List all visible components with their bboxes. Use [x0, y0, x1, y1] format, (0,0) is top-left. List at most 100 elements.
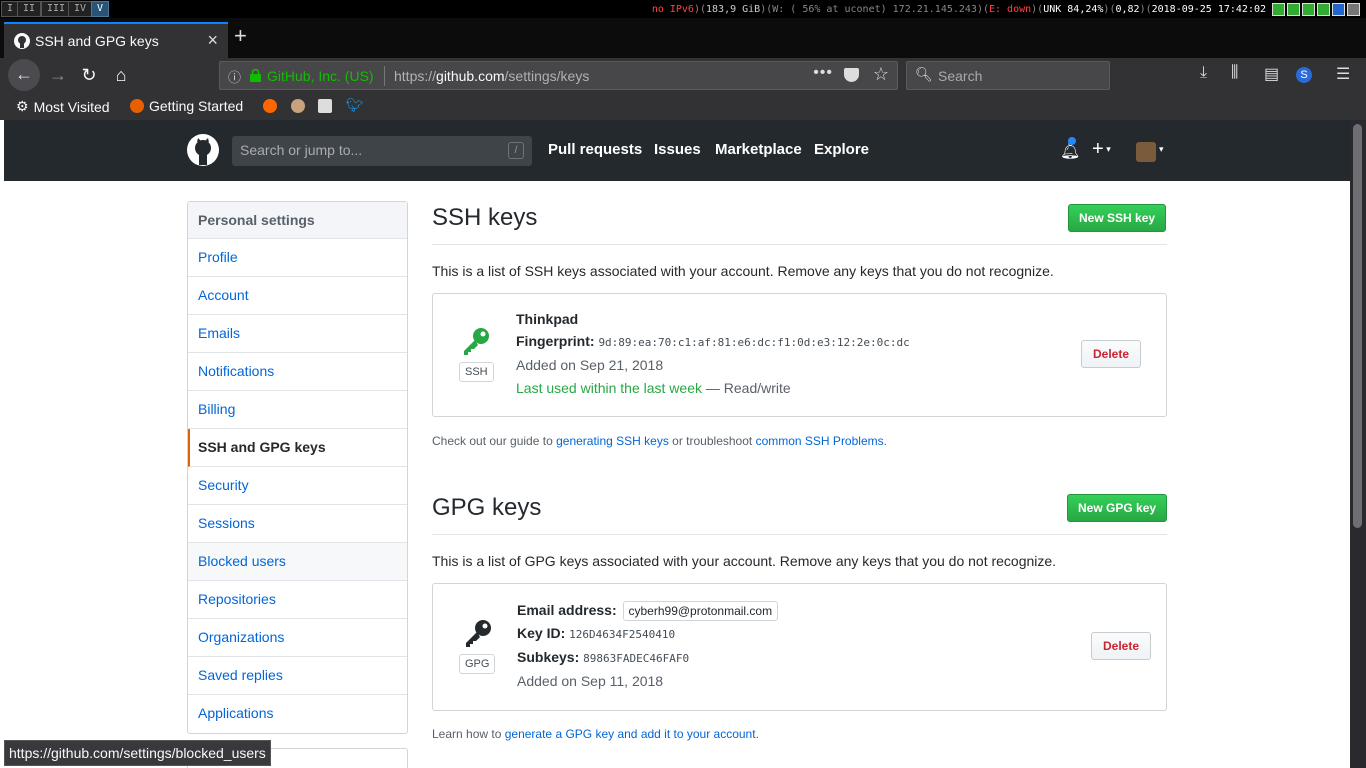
gpg-email-value: cyberh99@protonmail.com [622, 601, 779, 621]
workspace-4[interactable]: IV [68, 1, 93, 17]
status-wifi: W: ( 56% at uconet) 172.21.145.243 [772, 3, 977, 15]
nav-explore[interactable]: Explore [814, 141, 869, 158]
avatar[interactable] [1136, 142, 1156, 162]
tray-icon[interactable] [1272, 3, 1285, 16]
bookmark-getting-started[interactable]: Getting Started [130, 98, 243, 114]
github-search-input[interactable]: Search or jump to... / [232, 136, 532, 166]
settings-sidebar: Personal settings Profile Account Emails… [187, 201, 408, 734]
chevron-down-icon[interactable]: ▾ [1159, 144, 1164, 155]
bookmark-favicon-icon[interactable] [291, 99, 305, 113]
ssh-key-name: Thinkpad [516, 311, 579, 327]
sidebar-item-organizations[interactable]: Organizations [188, 619, 407, 657]
key-icon [464, 328, 489, 355]
tray-icon[interactable] [1332, 3, 1345, 16]
home-icon[interactable]: ⌂ [107, 61, 135, 89]
bookmarks-toolbar: ⚙ Most Visited Getting Started 🐦︎ [0, 92, 1366, 120]
sidebar-item-blocked-users[interactable]: Blocked users [188, 543, 407, 581]
new-ssh-key-button[interactable]: New SSH key [1068, 204, 1167, 232]
ssh-section-title: SSH keys [432, 204, 538, 231]
sidebar-item-emails[interactable]: Emails [188, 315, 407, 353]
github-favicon-icon [14, 33, 30, 49]
browser-tab[interactable]: SSH and GPG keys × [4, 22, 228, 58]
bookmark-star-icon[interactable]: ☆ [873, 64, 889, 85]
pocket-icon[interactable] [844, 68, 859, 82]
ssh-description: This is a list of SSH keys associated wi… [432, 263, 1054, 279]
info-icon[interactable]: ⓘ [228, 67, 241, 86]
sidebar-icon[interactable]: ▤ [1264, 64, 1279, 84]
sidebar-item-applications[interactable]: Applications [188, 695, 407, 733]
ssh-key-card: SSH Thinkpad Fingerprint: 9d:89:ea:70:c1… [432, 293, 1167, 417]
firefox-icon [130, 99, 144, 113]
status-battery: UNK 84,24% [1043, 3, 1104, 15]
tray-icon[interactable] [1347, 3, 1360, 16]
search-shortcut-key: / [508, 142, 524, 159]
gpg-key-id: Key ID: 126D4634F2540410 [517, 625, 676, 641]
ssh-fingerprint-value: 9d:89:ea:70:c1:af:81:e6:dc:f1:0d:e3:12:2… [598, 336, 910, 349]
gear-icon: ⚙ [16, 98, 29, 114]
sidebar-item-sessions[interactable]: Sessions [188, 505, 407, 543]
ssh-key-tag: SSH [459, 362, 494, 382]
scrollbar-thumb[interactable] [1353, 124, 1362, 528]
new-gpg-key-button[interactable]: New GPG key [1067, 494, 1168, 522]
forward-arrow-icon[interactable]: → [44, 61, 72, 89]
library-icon[interactable]: ⫼ [1231, 64, 1238, 82]
nav-issues[interactable]: Issues [654, 141, 701, 158]
workspace-5[interactable]: V [91, 1, 110, 17]
github-logo-icon[interactable] [187, 134, 219, 166]
status-disk: 183,9 GiB [706, 3, 761, 15]
workspace-2[interactable]: II [17, 1, 42, 17]
divider [432, 534, 1167, 535]
bookmark-favicon-icon[interactable] [318, 99, 332, 113]
workspace-3[interactable]: III [41, 1, 72, 17]
sidebar-item-saved-replies[interactable]: Saved replies [188, 657, 407, 695]
ssh-added-date: Added on Sep 21, 2018 [516, 357, 664, 373]
key-icon [466, 620, 491, 647]
nav-pull-requests[interactable]: Pull requests [548, 141, 642, 158]
new-tab-icon[interactable]: + [234, 23, 247, 49]
twitter-icon[interactable]: 🐦︎ [346, 97, 364, 114]
downloads-icon[interactable]: ⤓ [1200, 64, 1207, 82]
close-tab-icon[interactable]: × [207, 30, 218, 51]
create-new-plus-icon[interactable]: + ▾ [1092, 138, 1111, 161]
ssh-guide: Check out our guide to generating SSH ke… [432, 434, 887, 448]
tray-icon[interactable] [1287, 3, 1300, 16]
gpg-email: Email address: cyberh99@protonmail.com [517, 601, 779, 621]
menu-icon[interactable]: ☰ [1336, 64, 1350, 84]
generate-gpg-key-link[interactable]: generate a GPG key and add it to your ac… [505, 727, 756, 741]
sidebar-item-profile[interactable]: Profile [188, 239, 407, 277]
status-eth: E: down [989, 3, 1032, 15]
reload-icon[interactable]: ↻ [75, 61, 103, 89]
page-content: Search or jump to... / Pull requests Iss… [4, 120, 1350, 768]
ssh-access: — Read/write [705, 380, 791, 396]
delete-gpg-key-button[interactable]: Delete [1091, 632, 1152, 660]
url-text[interactable]: https://github.com/settings/keys [394, 68, 589, 84]
back-arrow-icon[interactable]: ← [8, 59, 40, 91]
divider [432, 244, 1167, 245]
sidebar-item-notifications[interactable]: Notifications [188, 353, 407, 391]
tray-icon[interactable] [1317, 3, 1330, 16]
bookmark-label: Most Visited [33, 98, 110, 115]
page-actions-icon[interactable]: ••• [813, 64, 833, 82]
search-icon: 🔍︎ [915, 66, 933, 82]
bookmark-favicon-icon[interactable] [263, 99, 277, 113]
common-ssh-problems-link[interactable]: common SSH Problems [756, 434, 884, 448]
generating-ssh-keys-link[interactable]: generating SSH keys [556, 434, 669, 448]
ssh-last-used: Last used within the last week — Read/wr… [516, 380, 791, 396]
extension-icon[interactable]: S [1296, 67, 1312, 83]
sidebar-item-security[interactable]: Security [188, 467, 407, 505]
sidebar-item-account[interactable]: Account [188, 277, 407, 315]
sidebar-item-ssh-gpg-keys[interactable]: SSH and GPG keys [188, 429, 407, 467]
wm-bar: I II III IV V no IPv6 )( 183,9 GiB )( W:… [0, 0, 1366, 18]
gpg-section-title: GPG keys [432, 494, 542, 521]
bookmark-most-visited[interactable]: ⚙ Most Visited [16, 98, 110, 115]
sidebar-item-repositories[interactable]: Repositories [188, 581, 407, 619]
notifications-bell-icon[interactable]: 🔔︎ [1060, 137, 1080, 161]
url-bar[interactable]: ⓘ GitHub, Inc. (US) https://github.com/s… [219, 61, 898, 90]
gpg-added-date: Added on Sep 11, 2018 [517, 673, 664, 689]
tray-icon[interactable] [1302, 3, 1315, 16]
sidebar-item-billing[interactable]: Billing [188, 391, 407, 429]
search-bar[interactable]: 🔍︎ Search [906, 61, 1110, 90]
nav-marketplace[interactable]: Marketplace [715, 141, 802, 158]
screen: I II III IV V no IPv6 )( 183,9 GiB )( W:… [0, 0, 1366, 768]
delete-ssh-key-button[interactable]: Delete [1081, 340, 1142, 368]
